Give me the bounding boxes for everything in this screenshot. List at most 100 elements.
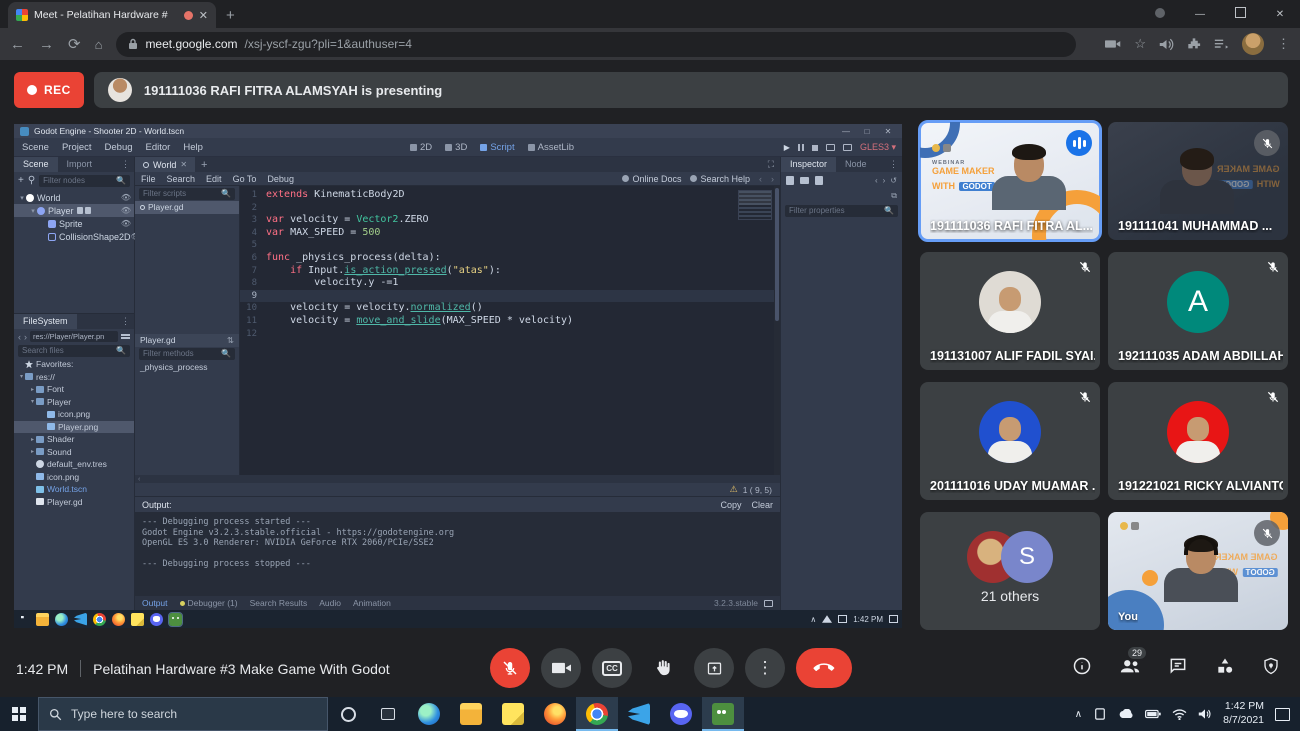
bottom-panel-tab[interactable]: Debugger (1): [180, 598, 238, 608]
shared-tray-chevron-icon[interactable]: ∧: [810, 615, 816, 624]
pause-icon[interactable]: [798, 144, 804, 151]
play-custom-scene-icon[interactable]: [843, 144, 852, 151]
taskbar-search-input[interactable]: Type here to search: [38, 697, 328, 731]
window-close-button[interactable]: ✕: [1260, 9, 1300, 20]
filesystem-item[interactable]: World.tscn: [14, 483, 134, 496]
more-options-button[interactable]: ⋮: [745, 648, 785, 688]
script-menu-item[interactable]: Edit: [206, 174, 222, 184]
participant-tile[interactable]: 201111016 UDAY MUAMAR ...: [920, 382, 1100, 500]
reload-icon[interactable]: ⟳: [68, 35, 81, 53]
speaker-icon[interactable]: [1198, 708, 1212, 720]
filter-properties-input[interactable]: Filter properties🔍: [785, 205, 898, 217]
browser-menu-icon[interactable]: ⋮: [1277, 36, 1290, 52]
present-screen-button[interactable]: [694, 648, 734, 688]
inspector-history-icon[interactable]: ↺: [890, 176, 897, 185]
extensions-puzzle-icon[interactable]: [1187, 37, 1201, 51]
play-scene-icon[interactable]: [826, 144, 835, 151]
tab-camera-icon[interactable]: [1105, 38, 1121, 50]
godot-workspace-tab[interactable]: 2D: [410, 142, 432, 153]
script-history-forward-icon[interactable]: ›: [771, 174, 774, 184]
taskbar-app-icon[interactable]: [618, 697, 660, 731]
activities-button[interactable]: [1215, 656, 1235, 681]
visibility-eye-icon[interactable]: 👁: [121, 219, 131, 228]
tab-scene[interactable]: Scene: [14, 157, 58, 172]
scene-tab-add-icon[interactable]: +: [201, 159, 207, 171]
play-icon[interactable]: ▶: [784, 143, 790, 152]
godot-workspace-tab[interactable]: Script: [480, 142, 514, 153]
script-history-back-icon[interactable]: ‹: [759, 174, 762, 184]
load-resource-icon[interactable]: [800, 177, 809, 184]
filter-scripts-input[interactable]: Filter scripts🔍: [139, 188, 235, 200]
participant-tile[interactable]: WEBINAR GAME MAKER WITH GODOT 191111036 …: [920, 122, 1100, 240]
filesystem-item[interactable]: ▾ res://: [14, 371, 134, 384]
scene-tab-world[interactable]: World ✕: [135, 157, 195, 172]
shared-taskbar-app-icon[interactable]: [131, 613, 144, 626]
filesystem-item[interactable]: Player.gd: [14, 496, 134, 509]
godot-menu-item[interactable]: Project: [62, 142, 92, 153]
meeting-details-button[interactable]: [1072, 656, 1092, 681]
bookmark-star-icon[interactable]: ☆: [1134, 36, 1146, 52]
taskbar-app-icon[interactable]: [492, 697, 534, 731]
taskbar-app-icon[interactable]: [534, 697, 576, 731]
chat-button[interactable]: [1168, 656, 1188, 681]
taskbar-app-icon[interactable]: [576, 697, 618, 731]
self-view-tile[interactable]: GAME MAKERGODOT WITH You: [1108, 512, 1288, 630]
shared-taskbar-app-icon[interactable]: [150, 613, 163, 626]
godot-maximize-button[interactable]: □: [859, 127, 875, 136]
bottom-panel-tab[interactable]: Output: [142, 598, 168, 608]
instance-scene-icon[interactable]: ⚲: [28, 175, 35, 186]
window-minimize-button[interactable]: —: [1180, 9, 1220, 20]
shared-taskbar-app-icon[interactable]: [36, 613, 49, 626]
godot-menu-item[interactable]: Editor: [146, 142, 171, 153]
tab-close-icon[interactable]: ✕: [199, 9, 208, 22]
script-menu-item[interactable]: Debug: [267, 174, 294, 184]
output-copy-button[interactable]: Copy: [720, 500, 741, 510]
inspector-menu-icon[interactable]: ⋮: [889, 159, 902, 170]
add-node-button[interactable]: +: [18, 175, 24, 186]
scene-tree-node[interactable]: Sprite 👁: [14, 217, 134, 230]
search-files-input[interactable]: Search files🔍: [18, 345, 130, 357]
host-controls-button[interactable]: [1262, 656, 1280, 681]
warning-icon[interactable]: ⚠: [730, 484, 738, 495]
shared-taskbar-app-icon[interactable]: [112, 613, 125, 626]
filter-methods-input[interactable]: Filter methods🔍: [139, 348, 235, 360]
taskbar-app-icon[interactable]: [408, 697, 450, 731]
start-button[interactable]: [0, 707, 38, 721]
task-view-button[interactable]: [368, 708, 408, 720]
godot-minimize-button[interactable]: —: [838, 127, 854, 136]
volume-icon[interactable]: [1159, 38, 1174, 51]
fs-display-mode-icon[interactable]: [121, 333, 130, 341]
wifi-icon[interactable]: [1172, 709, 1187, 720]
home-icon[interactable]: ⌂: [95, 37, 103, 52]
shared-taskbar-app-icon[interactable]: [21, 616, 27, 622]
mic-toggle-button[interactable]: [490, 648, 530, 688]
online-docs-link[interactable]: Online Docs: [622, 174, 681, 184]
shared-screen-godot[interactable]: Godot Engine - Shooter 2D - World.tscn —…: [14, 124, 902, 628]
script-menu-item[interactable]: Search: [167, 174, 196, 184]
shared-taskbar-app-icon[interactable]: [55, 613, 68, 626]
dock-menu-icon[interactable]: ⋮: [121, 159, 134, 170]
script-menu-item[interactable]: File: [141, 174, 156, 184]
participant-tile[interactable]: 191131007 ALIF FADIL SYAI...: [920, 252, 1100, 370]
tray-chevron-icon[interactable]: ∧: [1075, 709, 1082, 720]
code-minimap[interactable]: [738, 190, 772, 220]
godot-menu-item[interactable]: Debug: [105, 142, 133, 153]
method-sort-icon[interactable]: ⇅: [227, 334, 234, 347]
filesystem-item[interactable]: icon.png: [14, 408, 134, 421]
end-call-button[interactable]: [796, 648, 852, 688]
shared-taskbar-app-icon[interactable]: [169, 613, 182, 626]
renderer-dropdown[interactable]: GLES3 ▾: [860, 142, 896, 153]
filesystem-item[interactable]: Player.png: [14, 421, 134, 434]
distraction-free-icon[interactable]: ⛶: [768, 159, 780, 170]
godot-menu-item[interactable]: Scene: [22, 142, 49, 153]
search-help-link[interactable]: Search Help: [690, 174, 750, 184]
overflow-tile[interactable]: S 21 others: [920, 512, 1100, 630]
taskbar-app-icon[interactable]: [450, 697, 492, 731]
cortana-button[interactable]: [328, 707, 368, 722]
filesystem-item[interactable]: default_env.tres: [14, 458, 134, 471]
object-properties-icon[interactable]: ⧉: [891, 191, 897, 201]
godot-workspace-tab[interactable]: AssetLib: [528, 142, 574, 153]
scene-tree-node[interactable]: ▾ Player 👁: [14, 204, 134, 217]
scene-tab-close-icon[interactable]: ✕: [180, 160, 187, 169]
script-menu-item[interactable]: Go To: [233, 174, 257, 184]
